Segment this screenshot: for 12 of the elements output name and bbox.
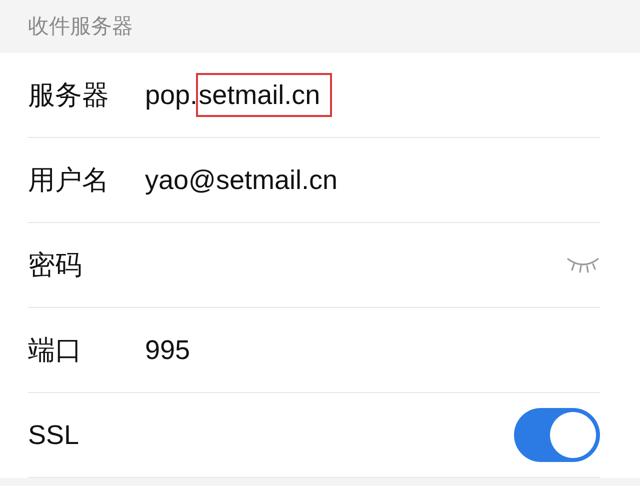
field-value: yao@setmail.cn [145, 164, 338, 197]
field-label: 密码 [28, 248, 83, 282]
field-label: SSL [28, 418, 80, 452]
field-value: pop. [145, 78, 198, 112]
highlighted-text: setmail.cn [198, 74, 330, 116]
field-label: 端口 [28, 334, 83, 367]
field-label: 用户名 [28, 164, 110, 197]
ssl-toggle[interactable] [514, 408, 600, 462]
field-value: 995 [145, 334, 190, 367]
section-header: 收件服务器 [28, 14, 133, 40]
field-label: 服务器 [28, 78, 110, 112]
closed-eye-icon[interactable] [566, 256, 600, 274]
